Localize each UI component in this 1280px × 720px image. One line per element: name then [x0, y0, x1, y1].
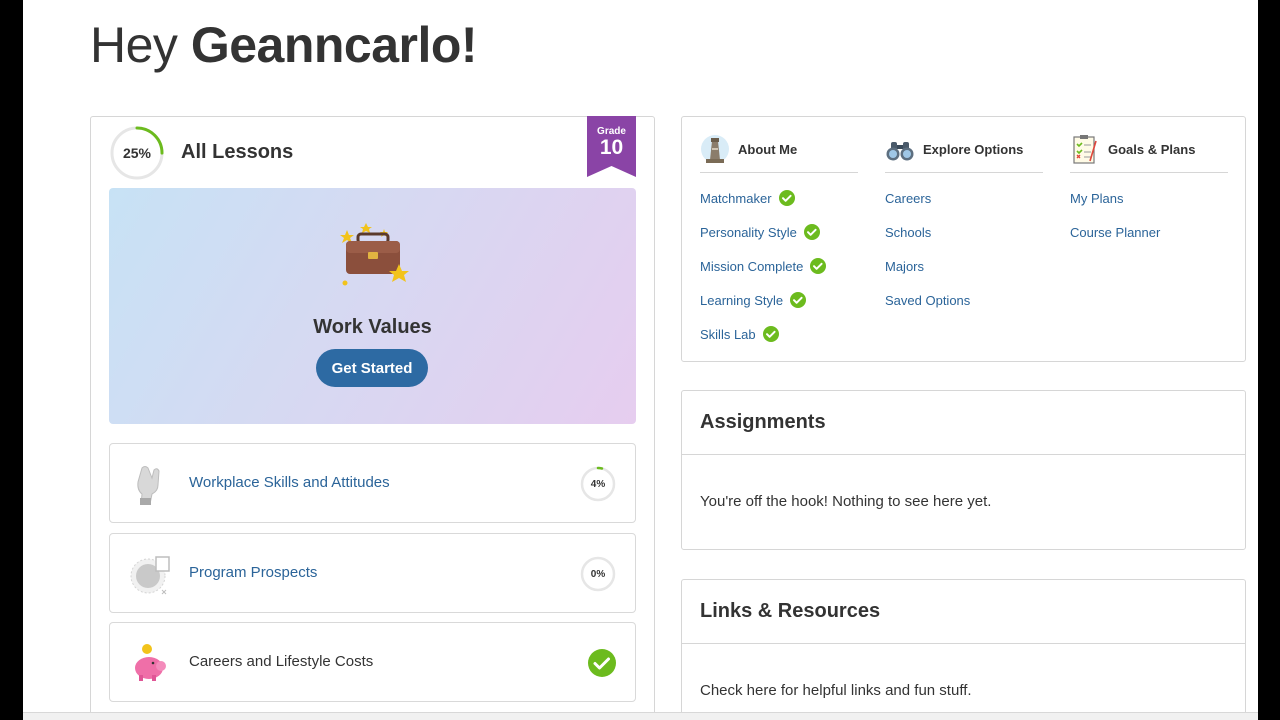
about-me-section: About Me Matchmaker Personality Style Mi…	[700, 133, 858, 361]
nav-link-matchmaker[interactable]: Matchmaker	[700, 190, 858, 225]
featured-lesson[interactable]: Work Values Get Started	[109, 188, 636, 424]
nav-link-mission-complete[interactable]: Mission Complete	[700, 258, 858, 293]
nav-link-my-plans[interactable]: My Plans	[1070, 191, 1228, 225]
goals-plans-header[interactable]: Goals & Plans	[1070, 133, 1228, 173]
nav-link-label[interactable]: Careers	[885, 191, 931, 206]
nav-link-label[interactable]: Saved Options	[885, 293, 970, 308]
nav-link-label[interactable]: Learning Style	[700, 293, 783, 308]
assignments-title: Assignments	[682, 391, 1245, 455]
assignments-card: Assignments You're off the hook! Nothing…	[681, 390, 1246, 550]
check-icon	[810, 258, 827, 274]
lesson-row-program-prospects[interactable]: Program Prospects 0%	[109, 533, 636, 613]
lesson-label[interactable]: Workplace Skills and Attitudes	[189, 474, 390, 491]
assignments-message: You're off the hook! Nothing to see here…	[700, 493, 992, 510]
greeting-name: Geanncarlo!	[190, 17, 478, 73]
featured-lesson-title: Work Values	[313, 316, 432, 338]
nav-link-label[interactable]: Majors	[885, 259, 924, 274]
nav-link-learning-style[interactable]: Learning Style	[700, 292, 858, 327]
about-me-header[interactable]: About Me	[700, 133, 858, 173]
complete-check-icon	[588, 649, 616, 677]
briefcase-icon	[340, 223, 409, 286]
lessons-card: 25% All Lessons Grade 10 Work Values Get…	[90, 116, 655, 720]
nav-link-skills-lab[interactable]: Skills Lab	[700, 326, 858, 361]
goals-plans-section: Goals & Plans My Plans Course Planner	[1070, 133, 1228, 259]
lessons-title: All Lessons	[181, 141, 294, 163]
greeting-prefix: Hey	[90, 17, 178, 73]
pie-chart-icon	[130, 556, 170, 595]
binoculars-icon	[886, 142, 914, 161]
lesson-label[interactable]: Program Prospects	[189, 564, 317, 581]
navigation-card: About Me Matchmaker Personality Style Mi…	[681, 116, 1246, 362]
screen-edge-left	[0, 0, 23, 720]
nav-link-label[interactable]: My Plans	[1070, 191, 1123, 206]
nav-link-careers[interactable]: Careers	[885, 191, 1043, 225]
lesson-progress-label: 4%	[590, 478, 606, 490]
nav-link-majors[interactable]: Majors	[885, 259, 1043, 293]
grade-number: 10	[599, 136, 624, 159]
lighthouse-icon	[701, 135, 729, 163]
links-resources-card: Links & Resources Check here for helpful…	[681, 579, 1246, 720]
bottom-divider	[23, 712, 1258, 720]
nav-link-personality-style[interactable]: Personality Style	[700, 224, 858, 259]
links-resources-title: Links & Resources	[682, 580, 1245, 644]
check-icon	[762, 326, 779, 342]
piggy-bank-icon	[135, 644, 166, 681]
checklist-icon	[1073, 135, 1097, 164]
page-greeting: Hey Geanncarlo!	[90, 16, 478, 74]
nav-link-label[interactable]: Schools	[885, 225, 931, 240]
nav-link-saved-options[interactable]: Saved Options	[885, 293, 1043, 327]
overall-progress-label: 25%	[122, 145, 152, 161]
nav-link-label[interactable]: Personality Style	[700, 225, 797, 240]
nav-link-label[interactable]: Course Planner	[1070, 225, 1160, 240]
nav-link-schools[interactable]: Schools	[885, 225, 1043, 259]
goals-plans-title: Goals & Plans	[1108, 142, 1196, 157]
check-icon	[778, 190, 795, 206]
explore-options-section: Explore Options Careers Schools Majors S…	[885, 133, 1043, 327]
nav-link-label[interactable]: Mission Complete	[700, 259, 803, 274]
lesson-row-careers-lifestyle[interactable]: Careers and Lifestyle Costs	[109, 622, 636, 702]
hand-icon	[137, 466, 160, 505]
nav-link-label[interactable]: Skills Lab	[700, 327, 756, 342]
about-me-title: About Me	[738, 142, 798, 157]
explore-options-header[interactable]: Explore Options	[885, 133, 1043, 173]
nav-link-label[interactable]: Matchmaker	[700, 191, 772, 206]
check-icon	[803, 224, 820, 240]
lesson-progress-label: 0%	[590, 568, 606, 580]
get-started-button[interactable]: Get Started	[316, 349, 428, 387]
check-icon	[790, 292, 807, 308]
explore-options-title: Explore Options	[923, 142, 1024, 157]
lesson-row-workplace-skills[interactable]: Workplace Skills and Attitudes 4%	[109, 443, 636, 523]
lesson-label[interactable]: Careers and Lifestyle Costs	[189, 653, 373, 670]
nav-link-course-planner[interactable]: Course Planner	[1070, 225, 1228, 259]
screen-edge-right	[1258, 0, 1280, 720]
links-resources-message: Check here for helpful links and fun stu…	[700, 682, 972, 699]
